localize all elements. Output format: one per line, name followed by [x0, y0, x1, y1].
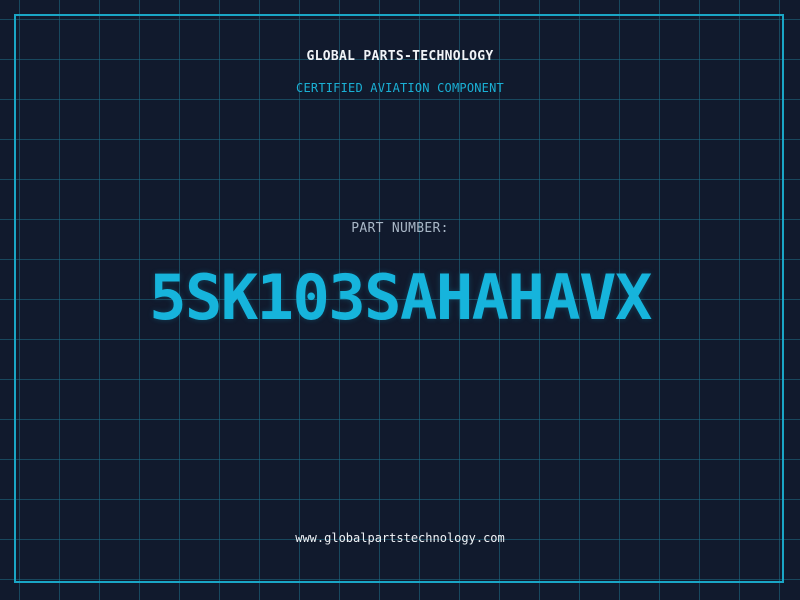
part-number-value: 5SK103SAHAHAVX: [149, 261, 652, 334]
company-name: GLOBAL PARTS-TECHNOLOGY: [306, 49, 494, 64]
part-number-label: PART NUMBER:: [351, 221, 449, 236]
certification-tagline: CERTIFIED AVIATION COMPONENT: [296, 81, 504, 95]
website-url: www.globalpartstechnology.com: [295, 531, 505, 545]
part-label-card: GLOBAL PARTS-TECHNOLOGY CERTIFIED AVIATI…: [0, 0, 800, 600]
